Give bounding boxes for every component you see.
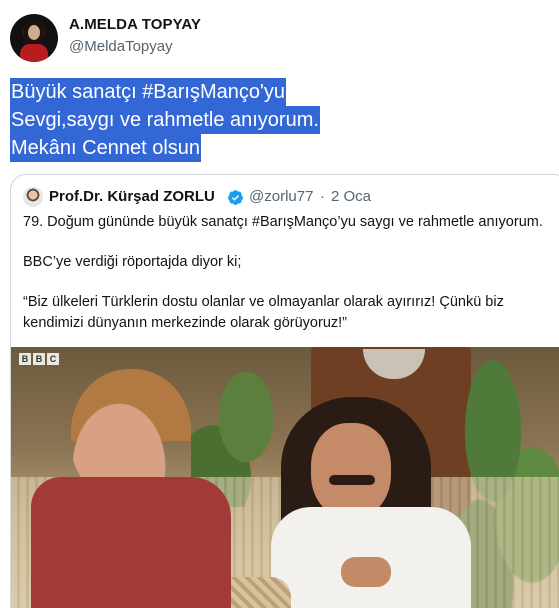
quoted-tweet-card[interactable]: Prof.Dr. Kürşad ZORLU @zorlu77 · 2 Oca 7… [10,174,559,608]
author-handle[interactable]: @MeldaTopyay [69,38,173,55]
bbc-watermark-logo: B B C [19,353,59,365]
quoted-video[interactable]: B B C [11,347,559,608]
quoted-author-avatar [23,187,43,207]
quoted-tweet-header: Prof.Dr. Kürşad ZORLU @zorlu77 · 2 Oca [23,187,559,207]
tweet-text-line: Sevgi,saygı ve rahmetle anıyorum. [10,106,320,134]
quoted-author-handle: @zorlu77 [249,188,314,205]
tweet-text: Büyük sanatçı #BarışManço'yu Sevgi,saygı… [10,78,370,162]
tweet-author-row: A.MELDA TOPYAY @MeldaTopyay [10,12,550,62]
verified-badge-icon [228,190,243,205]
quoted-author-name: Prof.Dr. Kürşad ZORLU [49,188,215,205]
quoted-paragraph: 79. Doğum gününde büyük sanatçı #BarışMa… [23,214,543,230]
quoted-paragraph: “Biz ülkeleri Türklerin dostu olanlar ve… [23,294,504,331]
tweet-text-line: Büyük sanatçı #BarışManço'yu [10,78,286,106]
quoted-tweet-date[interactable]: 2 Oca [331,188,371,205]
author-name[interactable]: A.MELDA TOPYAY [69,16,201,33]
author-avatar[interactable] [10,14,58,62]
header-separator: · [320,188,325,205]
tweet-text-line: Mekânı Cennet olsun [10,134,202,162]
quoted-paragraph: BBC’ye verdiği röportajda diyor ki; [23,254,242,270]
